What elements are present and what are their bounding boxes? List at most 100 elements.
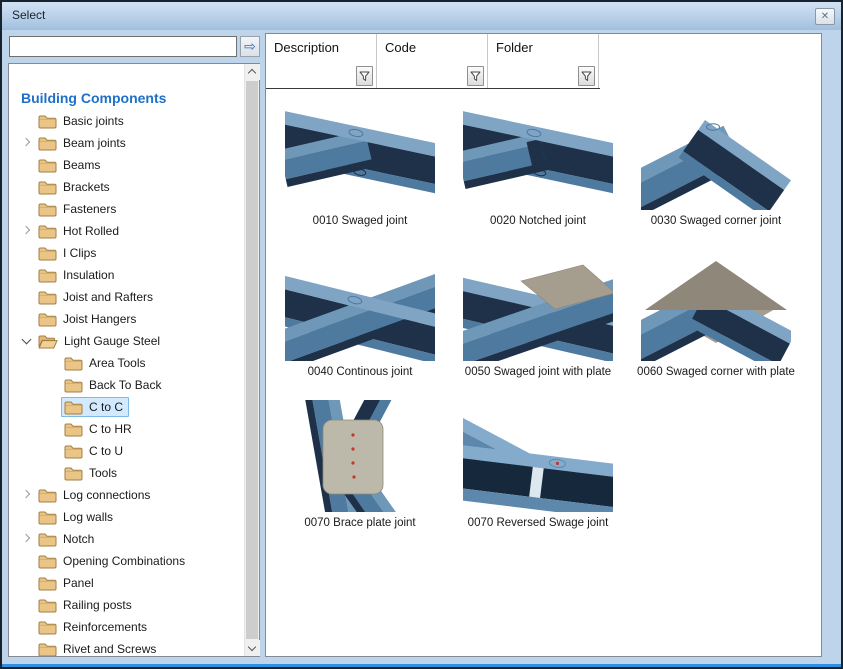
tree-item-label: Reinforcements xyxy=(63,620,147,634)
chevron-right-icon[interactable] xyxy=(19,487,35,503)
tree-item-label: Railing posts xyxy=(63,598,132,612)
component-item-0070-brace-plate-joint[interactable]: 0070 Brace plate joint xyxy=(271,392,449,529)
chevron-spacer xyxy=(19,575,35,591)
tree-item-c-to-u[interactable]: C to U xyxy=(9,440,244,462)
tree-panel: Building Components Basic joints Beam jo… xyxy=(8,63,260,657)
folder-icon xyxy=(64,466,83,481)
folder-icon xyxy=(38,620,57,635)
component-grid: 0010 Swaged joint 0020 Notched joint 003… xyxy=(266,90,821,656)
component-item-0070-reversed-swage-joint[interactable]: 0070 Reversed Swage joint xyxy=(449,392,627,529)
folder-icon xyxy=(64,356,83,371)
component-label: 0050 Swaged joint with plate xyxy=(449,366,627,378)
filter-button-code[interactable] xyxy=(467,66,484,86)
folder-icon xyxy=(64,444,83,459)
tree-item-fasteners[interactable]: Fasteners xyxy=(9,198,244,220)
component-item-0010-swaged-joint[interactable]: 0010 Swaged joint xyxy=(271,90,449,227)
tree-item-label: Notch xyxy=(63,532,94,546)
titlebar[interactable]: Select ✕ xyxy=(2,2,841,30)
folder-icon xyxy=(38,598,57,613)
tree-item-panel[interactable]: Panel xyxy=(9,572,244,594)
filter-funnel-icon xyxy=(359,71,370,82)
tree-item-hot-rolled[interactable]: Hot Rolled xyxy=(9,220,244,242)
component-item-0020-notched-joint[interactable]: 0020 Notched joint xyxy=(449,90,627,227)
scroll-up-icon[interactable] xyxy=(245,64,260,80)
chevron-right-icon[interactable] xyxy=(19,531,35,547)
tree-item-c-to-c[interactable]: C to C xyxy=(9,396,244,418)
folder-icon xyxy=(38,158,57,173)
tree-item-label: Fasteners xyxy=(63,202,116,216)
component-item-0040-continous-joint[interactable]: 0040 Continous joint xyxy=(271,241,449,378)
tree-item-brackets[interactable]: Brackets xyxy=(9,176,244,198)
search-go-button[interactable]: ⇨ xyxy=(240,36,260,57)
arrow-right-icon: ⇨ xyxy=(244,38,256,55)
tree-item-basic-joints[interactable]: Basic joints xyxy=(9,110,244,132)
filter-input-code[interactable] xyxy=(380,67,464,85)
folder-icon xyxy=(38,532,57,547)
column-code[interactable]: Code xyxy=(377,34,488,88)
scrollbar-thumb[interactable] xyxy=(246,81,258,639)
column-label: Code xyxy=(377,34,487,55)
folder-icon xyxy=(64,378,83,393)
tree-item-light-gauge-steel[interactable]: Light Gauge Steel xyxy=(9,330,244,352)
tree-item-notch[interactable]: Notch xyxy=(9,528,244,550)
tree-item-label: Panel xyxy=(63,576,94,590)
component-label: 0070 Reversed Swage joint xyxy=(449,517,627,529)
column-label: Description xyxy=(266,34,376,55)
component-label: 0060 Swaged corner with plate xyxy=(627,366,805,378)
tree-item-label: Insulation xyxy=(63,268,114,282)
tree-item-beam-joints[interactable]: Beam joints xyxy=(9,132,244,154)
tree-item-insulation[interactable]: Insulation xyxy=(9,264,244,286)
tree-item-joist-hangers[interactable]: Joist Hangers xyxy=(9,308,244,330)
component-item-0050-swaged-joint-with-plate[interactable]: 0050 Swaged joint with plate xyxy=(449,241,627,378)
tree-item-joist-and-rafters[interactable]: Joist and Rafters xyxy=(9,286,244,308)
chevron-spacer xyxy=(45,355,61,371)
chevron-spacer xyxy=(19,597,35,613)
chevron-spacer xyxy=(45,443,61,459)
chevron-right-icon[interactable] xyxy=(19,223,35,239)
tree-item-reinforcements[interactable]: Reinforcements xyxy=(9,616,244,638)
tree-item-i-clips[interactable]: I Clips xyxy=(9,242,244,264)
chevron-spacer xyxy=(19,509,35,525)
filter-input-folder[interactable] xyxy=(491,67,575,85)
tree-item-back-to-back[interactable]: Back To Back xyxy=(9,374,244,396)
tree-item-label: Beams xyxy=(63,158,100,172)
component-item-0060-swaged-corner-with-plate[interactable]: 0060 Swaged corner with plate xyxy=(627,241,805,378)
component-item-0030-swaged-corner-joint[interactable]: 0030 Swaged corner joint xyxy=(627,90,805,227)
chevron-spacer xyxy=(19,267,35,283)
folder-icon xyxy=(38,312,57,327)
tree-item-railing-posts[interactable]: Railing posts xyxy=(9,594,244,616)
tree-item-log-walls[interactable]: Log walls xyxy=(9,506,244,528)
column-description[interactable]: Description xyxy=(266,34,377,88)
folder-icon xyxy=(64,422,83,437)
filter-button-folder[interactable] xyxy=(578,66,595,86)
tree-item-label: Rivet and Screws xyxy=(63,642,156,656)
tree-item-label: Log walls xyxy=(63,510,113,524)
component-thumbnail xyxy=(641,98,791,210)
chevron-spacer xyxy=(45,399,61,415)
tree-item-label: Opening Combinations xyxy=(63,554,185,568)
tree-item-c-to-hr[interactable]: C to HR xyxy=(9,418,244,440)
chevron-down-icon[interactable] xyxy=(19,333,35,349)
tree-item-opening-combinations[interactable]: Opening Combinations xyxy=(9,550,244,572)
chevron-spacer xyxy=(45,377,61,393)
chevron-spacer xyxy=(19,641,35,656)
tree-item-log-connections[interactable]: Log connections xyxy=(9,484,244,506)
tree-item-area-tools[interactable]: Area Tools xyxy=(9,352,244,374)
folder-icon xyxy=(38,180,57,195)
folder-icon xyxy=(38,224,57,239)
chevron-spacer xyxy=(19,179,35,195)
chevron-right-icon[interactable] xyxy=(19,135,35,151)
tree-scrollbar[interactable] xyxy=(244,64,259,656)
tree-item-label: C to HR xyxy=(89,422,132,436)
close-button[interactable]: ✕ xyxy=(815,8,835,25)
scroll-down-icon[interactable] xyxy=(245,640,260,656)
column-folder[interactable]: Folder xyxy=(488,34,599,88)
chevron-spacer xyxy=(19,201,35,217)
filter-button-description[interactable] xyxy=(356,66,373,86)
folder-open-icon xyxy=(38,334,58,349)
tree-item-beams[interactable]: Beams xyxy=(9,154,244,176)
tree-item-tools[interactable]: Tools xyxy=(9,462,244,484)
tree-item-rivet-and-screws[interactable]: Rivet and Screws xyxy=(9,638,244,656)
filter-input-description[interactable] xyxy=(269,67,353,85)
search-input[interactable] xyxy=(9,36,237,57)
